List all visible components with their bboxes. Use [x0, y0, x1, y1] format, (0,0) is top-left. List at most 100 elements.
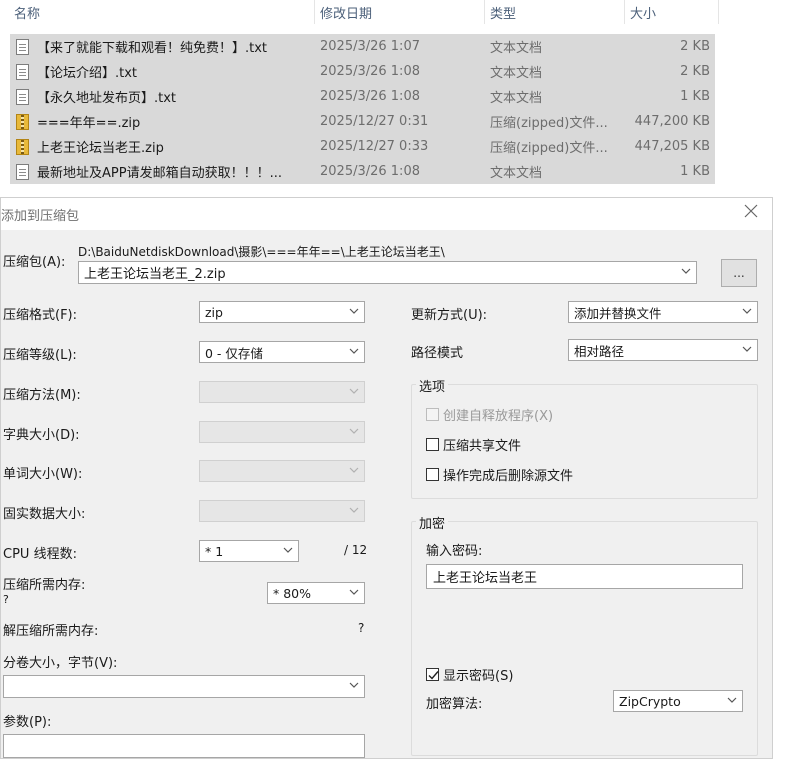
file-date: 2025/3/26 1:08 [320, 64, 420, 79]
parameters-input[interactable] [3, 734, 365, 758]
archive-name-combo[interactable]: 上老王论坛当老王_2.zip [78, 261, 697, 284]
column-header-type[interactable]: 类型 [490, 0, 516, 24]
file-row[interactable]: 【永久地址发布页】.txt 2025/3/26 1:08 文本文档 1 KB [10, 84, 715, 109]
column-divider[interactable] [624, 0, 625, 24]
decompress-memory-value: ? [358, 621, 365, 635]
word-size-select [199, 460, 365, 482]
checkbox-icon[interactable] [426, 468, 439, 481]
chevron-down-icon [349, 505, 359, 515]
shared-files-checkbox[interactable]: 压缩共享文件 [426, 435, 521, 454]
file-name: ===年年==.zip [37, 116, 141, 131]
cpu-threads-value: * 1 [205, 543, 224, 559]
checkbox-icon[interactable] [426, 438, 439, 451]
memory-unknown: ? [3, 593, 9, 606]
delete-source-label: 操作完成后删除源文件 [443, 469, 574, 484]
file-date: 2025/12/27 0:33 [320, 139, 429, 154]
column-divider[interactable] [484, 0, 485, 24]
sfx-label: 创建自释放程序(X) [443, 409, 554, 424]
chevron-down-icon[interactable] [283, 545, 293, 555]
decompress-memory-label: 解压缩所需内存: [3, 624, 99, 639]
file-size: 447,205 KB [634, 139, 710, 154]
column-divider[interactable] [314, 0, 315, 24]
file-date: 2025/12/27 0:31 [320, 114, 429, 129]
file-type: 压缩(zipped)文件... [490, 116, 608, 131]
archive-label: 压缩包(A): [3, 255, 66, 270]
chevron-down-icon[interactable] [349, 306, 359, 316]
memory-value: * 80% [273, 585, 312, 601]
path-mode-label: 路径模式 [411, 346, 464, 361]
path-mode-select[interactable]: 相对路径 [568, 339, 758, 361]
file-size: 2 KB [680, 39, 710, 54]
encryption-method-select[interactable]: ZipCrypto [613, 690, 743, 712]
parameters-label: 参数(P): [3, 715, 52, 730]
level-value: 0 - 仅存储 [205, 345, 263, 361]
dialog-titlebar[interactable]: 添加到压缩包 [1, 198, 772, 230]
memory-label: 压缩所需内存: [3, 578, 86, 593]
file-type: 文本文档 [490, 91, 543, 106]
chevron-down-icon[interactable] [742, 344, 752, 354]
chevron-down-icon[interactable] [727, 695, 737, 705]
file-date: 2025/3/26 1:07 [320, 39, 420, 54]
column-header-name[interactable]: 名称 [14, 0, 40, 24]
dictionary-select [199, 421, 365, 443]
update-mode-value: 添加并替换文件 [574, 305, 662, 321]
browse-button[interactable]: ... [721, 259, 757, 287]
cpu-threads-total: / 12 [344, 543, 368, 557]
file-size: 447,200 KB [634, 114, 710, 129]
close-icon[interactable] [744, 204, 758, 222]
chevron-down-icon [349, 426, 359, 436]
text-file-icon [16, 88, 29, 105]
column-divider[interactable] [718, 0, 719, 24]
file-row[interactable]: 最新地址及APP请发邮箱自动获取！！！... 2025/3/26 1:08 文本… [10, 159, 715, 184]
chevron-down-icon[interactable] [742, 306, 752, 316]
chevron-down-icon [349, 465, 359, 475]
checkbox-checked-icon[interactable] [426, 668, 439, 681]
shared-files-label: 压缩共享文件 [443, 439, 522, 454]
file-name: 【论坛介绍】.txt [37, 66, 138, 81]
chevron-down-icon[interactable] [681, 266, 691, 276]
chevron-down-icon [349, 386, 359, 396]
zip-file-icon [16, 138, 29, 155]
file-row[interactable]: ===年年==.zip 2025/12/27 0:31 压缩(zipped)文件… [10, 109, 715, 134]
encryption-group-title: 加密 [416, 513, 449, 532]
level-select[interactable]: 0 - 仅存储 [199, 341, 365, 363]
file-row[interactable]: 【来了就能下载和观看！纯免费！】.txt 2025/3/26 1:07 文本文档… [10, 34, 715, 59]
show-password-checkbox[interactable]: 显示密码(S) [426, 665, 513, 684]
zip-file-icon [16, 113, 29, 130]
add-to-archive-dialog: 添加到压缩包 压缩包(A): D:\BaiduNetdiskDownload\摄… [0, 197, 773, 759]
file-explorer-list: 名称 修改日期 类型 大小 【来了就能下载和观看！纯免费！】.txt 2025/… [0, 0, 800, 190]
update-mode-label: 更新方式(U): [411, 308, 488, 323]
format-select[interactable]: zip [199, 301, 365, 323]
volume-size-label: 分卷大小，字节(V): [3, 656, 118, 671]
file-type: 文本文档 [490, 166, 543, 181]
encryption-method-label: 加密算法: [426, 697, 483, 712]
options-group-title: 选项 [416, 376, 449, 395]
file-date: 2025/3/26 1:08 [320, 89, 420, 104]
column-header-size[interactable]: 大小 [630, 0, 656, 24]
dictionary-label: 字典大小(D): [3, 428, 80, 443]
chevron-down-icon[interactable] [349, 346, 359, 356]
sfx-checkbox: 创建自释放程序(X) [426, 405, 553, 424]
format-value: zip [205, 304, 223, 320]
column-header-date[interactable]: 修改日期 [320, 0, 372, 24]
cpu-threads-select[interactable]: * 1 [199, 540, 299, 562]
file-name: 上老王论坛当老王.zip [37, 141, 164, 156]
chevron-down-icon[interactable] [349, 587, 359, 597]
file-name: 【永久地址发布页】.txt [37, 91, 177, 106]
text-file-icon [16, 38, 29, 55]
level-label: 压缩等级(L): [3, 348, 77, 363]
file-type: 文本文档 [490, 66, 543, 81]
solid-size-label: 固实数据大小: [3, 507, 86, 522]
format-label: 压缩格式(F): [3, 308, 78, 323]
archive-path: D:\BaiduNetdiskDownload\摄影\===年年==\上老王论坛… [78, 245, 445, 259]
memory-select[interactable]: * 80% [267, 582, 365, 604]
path-mode-value: 相对路径 [574, 343, 625, 359]
update-mode-select[interactable]: 添加并替换文件 [568, 301, 758, 323]
volume-size-combo[interactable] [3, 675, 365, 698]
password-input[interactable]: 上老王论坛当老王 [426, 564, 743, 589]
file-row[interactable]: 上老王论坛当老王.zip 2025/12/27 0:33 压缩(zipped)文… [10, 134, 715, 159]
chevron-down-icon[interactable] [349, 680, 359, 690]
delete-source-checkbox[interactable]: 操作完成后删除源文件 [426, 465, 573, 484]
text-file-icon [16, 63, 29, 80]
file-row[interactable]: 【论坛介绍】.txt 2025/3/26 1:08 文本文档 2 KB [10, 59, 715, 84]
